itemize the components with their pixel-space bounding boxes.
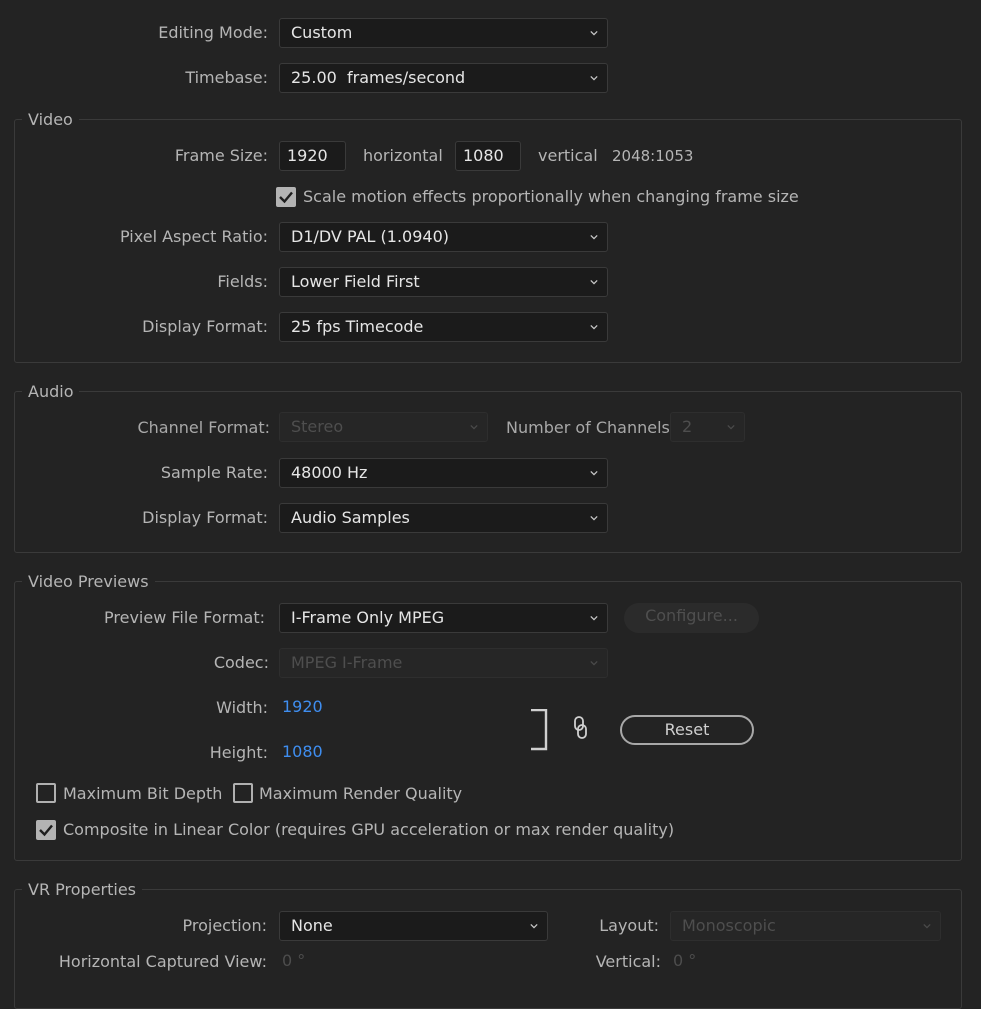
linear-color-checkbox[interactable] bbox=[36, 820, 56, 840]
width-label: Width: bbox=[216, 698, 268, 717]
chevron-down-icon bbox=[530, 923, 538, 929]
height-value[interactable]: 1080 bbox=[282, 742, 323, 762]
editing-mode-label: Editing Mode: bbox=[158, 23, 268, 42]
projection-value: None bbox=[291, 916, 333, 935]
chevron-down-icon bbox=[590, 279, 598, 285]
pixel-aspect-value: D1/DV PAL (1.0940) bbox=[291, 227, 449, 246]
chevron-down-icon bbox=[590, 234, 598, 240]
reset-button[interactable]: Reset bbox=[620, 715, 754, 745]
vertical-view-value: 0 ° bbox=[673, 951, 697, 970]
frame-size-label: Frame Size: bbox=[174, 146, 268, 165]
width-value[interactable]: 1920 bbox=[282, 697, 323, 717]
chevron-down-icon bbox=[923, 923, 931, 929]
max-render-quality-label: Maximum Render Quality bbox=[259, 784, 463, 803]
num-channels-label: Number of Channels: bbox=[506, 418, 676, 437]
chevron-down-icon bbox=[727, 424, 735, 430]
timebase-value: 25.00 frames/second bbox=[291, 68, 466, 87]
video-group-title: Video bbox=[22, 110, 79, 130]
layout-label: Layout: bbox=[599, 916, 659, 935]
sample-rate-label: Sample Rate: bbox=[160, 463, 268, 482]
codec-label: Codec: bbox=[213, 653, 269, 672]
pixel-aspect-label: Pixel Aspect Ratio: bbox=[120, 227, 268, 246]
channel-format-select[interactable]: Stereo bbox=[279, 412, 488, 442]
layout-value: Monoscopic bbox=[682, 916, 776, 935]
codec-select[interactable]: MPEG I-Frame bbox=[279, 648, 608, 678]
chevron-down-icon bbox=[590, 30, 598, 36]
audio-display-format-label: Display Format: bbox=[142, 508, 268, 527]
link-icon[interactable] bbox=[571, 715, 589, 741]
chevron-down-icon bbox=[590, 324, 598, 330]
frame-height-input[interactable]: 1080 bbox=[455, 141, 521, 171]
editing-mode-value: Custom bbox=[291, 23, 353, 42]
video-display-format-value: 25 fps Timecode bbox=[291, 317, 424, 336]
fields-value: Lower Field First bbox=[291, 272, 420, 291]
timebase-label: Timebase: bbox=[185, 68, 268, 87]
vr-properties-group bbox=[14, 889, 962, 1009]
audio-display-format-select[interactable]: Audio Samples bbox=[279, 503, 608, 533]
projection-select[interactable]: None bbox=[279, 911, 548, 941]
max-bit-depth-checkbox[interactable] bbox=[36, 783, 56, 803]
video-display-format-select[interactable]: 25 fps Timecode bbox=[279, 312, 608, 342]
fields-label: Fields: bbox=[217, 272, 268, 291]
scale-motion-checkbox[interactable] bbox=[276, 187, 296, 207]
codec-value: MPEG I-Frame bbox=[291, 653, 403, 672]
editing-mode-select[interactable]: Custom bbox=[279, 18, 608, 48]
audio-display-format-value: Audio Samples bbox=[291, 508, 410, 527]
vertical-view-label: Vertical: bbox=[595, 952, 661, 971]
num-channels-value: 2 bbox=[682, 417, 693, 436]
video-display-format-label: Display Format: bbox=[142, 317, 268, 336]
height-label: Height: bbox=[209, 743, 268, 762]
fields-select[interactable]: Lower Field First bbox=[279, 267, 608, 297]
chevron-down-icon bbox=[590, 660, 598, 666]
chevron-down-icon bbox=[590, 470, 598, 476]
aspect-ratio-readout: 2048:1053 bbox=[612, 147, 694, 165]
vertical-label: vertical bbox=[538, 146, 598, 165]
timebase-select[interactable]: 25.00 frames/second bbox=[279, 63, 608, 93]
video-previews-group-title: Video Previews bbox=[22, 572, 155, 592]
chevron-down-icon bbox=[590, 75, 598, 81]
max-bit-depth-label: Maximum Bit Depth bbox=[63, 784, 223, 803]
projection-label: Projection: bbox=[182, 916, 267, 935]
check-icon bbox=[39, 824, 53, 837]
vr-properties-group-title: VR Properties bbox=[22, 880, 143, 900]
chevron-down-icon bbox=[590, 515, 598, 521]
scale-motion-label: Scale motion effects proportionally when… bbox=[303, 187, 799, 206]
chevron-down-icon bbox=[590, 615, 598, 621]
chevron-down-icon bbox=[470, 424, 478, 430]
audio-group-title: Audio bbox=[22, 382, 80, 402]
horizontal-captured-view-value: 0 ° bbox=[282, 951, 306, 970]
frame-width-input[interactable]: 1920 bbox=[279, 141, 346, 171]
horizontal-label: horizontal bbox=[363, 146, 443, 165]
num-channels-select[interactable]: 2 bbox=[670, 412, 745, 442]
layout-select[interactable]: Monoscopic bbox=[670, 911, 941, 941]
linear-color-label: Composite in Linear Color (requires GPU … bbox=[63, 820, 675, 839]
configure-button[interactable]: Configure... bbox=[624, 603, 759, 633]
preview-file-format-label: Preview File Format: bbox=[104, 608, 265, 627]
channel-format-value: Stereo bbox=[291, 417, 344, 436]
preview-file-format-value: I-Frame Only MPEG bbox=[291, 608, 445, 627]
pixel-aspect-select[interactable]: D1/DV PAL (1.0940) bbox=[279, 222, 608, 252]
sample-rate-value: 48000 Hz bbox=[291, 463, 368, 482]
max-render-quality-checkbox[interactable] bbox=[233, 783, 253, 803]
sample-rate-select[interactable]: 48000 Hz bbox=[279, 458, 608, 488]
preview-file-format-select[interactable]: I-Frame Only MPEG bbox=[279, 603, 608, 633]
dimension-bracket-icon bbox=[531, 709, 548, 751]
horizontal-captured-view-label: Horizontal Captured View: bbox=[58, 952, 267, 971]
channel-format-label: Channel Format: bbox=[137, 418, 270, 437]
check-icon bbox=[279, 191, 293, 204]
